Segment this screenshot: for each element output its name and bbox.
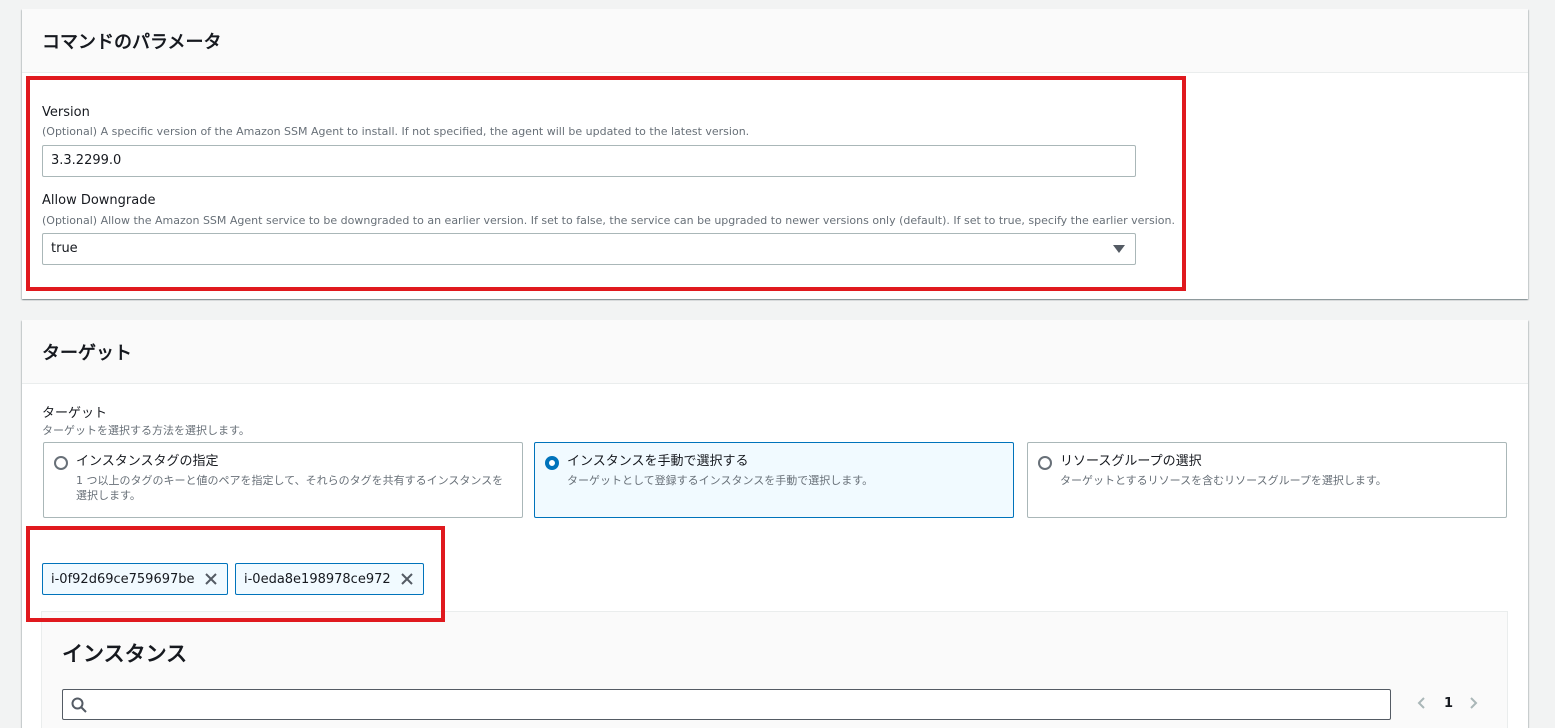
version-label: Version [42,105,90,120]
search-input[interactable] [62,689,1391,720]
tile-description: ターゲットとして登録するインスタンスを手動で選択します。 [567,474,874,487]
instances-container: インスタンス 1 [41,611,1508,728]
panel-title: ターゲット [42,342,132,364]
command-parameters-panel: コマンドのパラメータ Version (Optional) A specific… [22,9,1528,299]
panel-header: コマンドのパラメータ [22,9,1528,73]
tile-instance-tags[interactable]: インスタンスタグの指定 1 つ以上のタグのキーと値のペアを指定して、それらのタグ… [43,442,523,518]
instances-title: インスタンス [62,642,188,666]
search-icon [71,697,87,713]
close-icon[interactable] [203,571,219,587]
chevron-right-icon[interactable] [1465,695,1481,711]
token-label: i-0eda8e198978ce972 [244,571,391,587]
chevron-left-icon[interactable] [1414,695,1430,711]
tile-description: ターゲットとするリソースを含むリソースグループを選択します。 [1060,474,1387,487]
target-description: ターゲットを選択する方法を選択します。 [42,424,250,437]
allow-downgrade-label: Allow Downgrade [42,193,156,208]
version-description: (Optional) A specific version of the Ama… [42,125,750,138]
radio-button[interactable] [1038,456,1052,470]
page-number[interactable]: 1 [1444,696,1453,711]
target-panel: ターゲット ターゲット ターゲットを選択する方法を選択します。 インスタンスタグ… [22,320,1528,728]
tile-resource-group[interactable]: リソースグループの選択 ターゲットとするリソースを含むリソースグループを選択しま… [1027,442,1507,518]
radio-button[interactable] [54,456,68,470]
tile-description: 1 つ以上のタグのキーと値のペアを指定して、それらのタグを共有するインスタンスを… [76,474,504,502]
tile-title: リソースグループの選択 [1060,454,1202,469]
allow-downgrade-value: true [51,241,78,256]
tile-title: インスタンスを手動で選択する [567,454,749,469]
target-label: ターゲット [42,406,108,421]
token-label: i-0f92d69ce759697be [51,571,195,587]
radio-button-selected[interactable] [545,456,559,470]
panel-title: コマンドのパラメータ [42,31,222,53]
instance-token: i-0eda8e198978ce972 [235,563,424,595]
pagination: 1 [1414,695,1481,711]
caret-down-icon [1113,245,1125,253]
tile-title: インスタンスタグの指定 [76,454,219,469]
tile-manual-instances[interactable]: インスタンスを手動で選択する ターゲットとして登録するインスタンスを手動で選択し… [534,442,1014,518]
instance-token: i-0f92d69ce759697be [42,563,228,595]
panel-header: ターゲット [22,320,1528,384]
allow-downgrade-description: (Optional) Allow the Amazon SSM Agent se… [42,214,1175,227]
close-icon[interactable] [399,571,415,587]
allow-downgrade-select[interactable]: true [42,233,1136,265]
version-input[interactable]: 3.3.2299.0 [42,145,1136,177]
